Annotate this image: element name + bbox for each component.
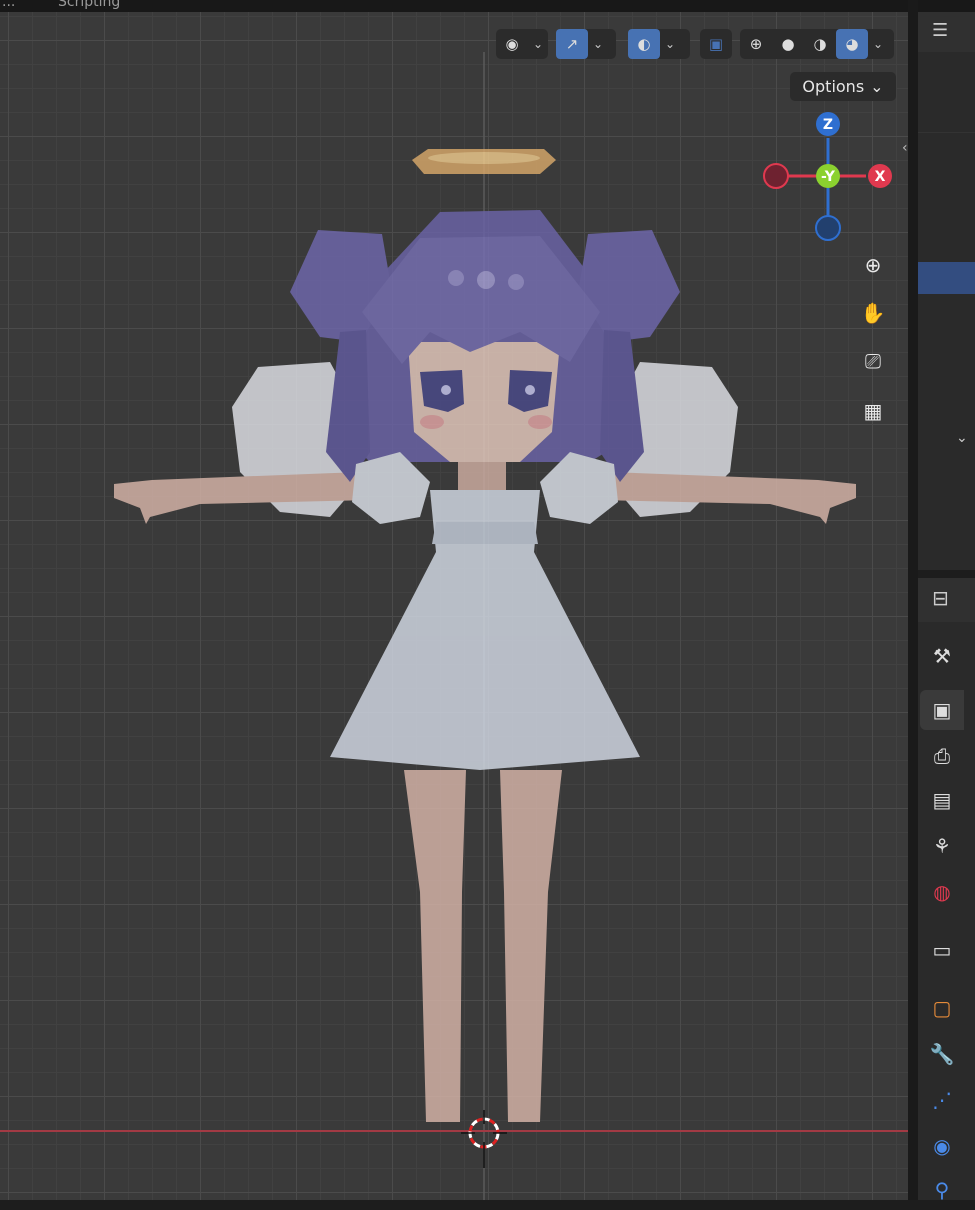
- top-bar: ... Scripting: [0, 0, 975, 12]
- shading-mode-group[interactable]: ⊕ ● ◑ ◕ ⌄: [740, 29, 894, 59]
- editor-type-icon[interactable]: ⊟: [932, 586, 949, 610]
- chevron-down-icon[interactable]: ⌄: [868, 37, 888, 51]
- chevron-down-icon: ⌄: [664, 37, 676, 51]
- properties-header: ⊟: [918, 578, 975, 622]
- scene-tab-icon[interactable]: ⚘: [920, 826, 964, 866]
- object-tab-icon[interactable]: ▢: [920, 988, 964, 1028]
- chevron-down-icon: ⌄: [532, 37, 544, 51]
- properties-panel[interactable]: ⊟ ⚒ ▣ ⎙ ▤ ⚘ ◍ ▭ ▢ 🔧 ⋰ ◉ ⚲: [918, 578, 975, 1202]
- overlays-dropdown[interactable]: ◐ ⌄: [628, 29, 690, 59]
- svg-text:Z: Z: [823, 117, 833, 133]
- solid-shading-icon[interactable]: ●: [772, 29, 804, 59]
- area-divider[interactable]: [908, 0, 918, 1200]
- left-sleeve: [352, 452, 430, 524]
- options-label: Options: [802, 77, 865, 96]
- camera-view-icon[interactable]: ⎚: [854, 342, 892, 380]
- selectability-visibility-dropdown[interactable]: ◉ ⌄: [496, 29, 548, 59]
- hand-pan-icon[interactable]: ✋: [854, 294, 892, 332]
- left-arm: [114, 472, 372, 524]
- left-pigtail: [326, 330, 370, 482]
- 3d-viewport[interactable]: Z X -Y ‹ ◉ ⌄ ↗ ⌄ ◐ ⌄ ▣ ⊕ ● ◑ ◕ ⌄ Options…: [0, 12, 908, 1200]
- navigation-gizmo: Z X -Y: [763, 112, 892, 241]
- physics-tab-icon[interactable]: ◉: [920, 1126, 964, 1166]
- chevron-down-icon: ⌄: [592, 37, 604, 51]
- world-tab-icon[interactable]: ◍: [920, 872, 964, 912]
- outliner-divider: [918, 132, 975, 133]
- tool-tab-icon[interactable]: ⚒: [920, 636, 964, 676]
- right-arm: [598, 472, 856, 524]
- zoom-icon[interactable]: ⊕: [854, 246, 892, 284]
- left-blush: [420, 415, 444, 429]
- grid-ortho-icon[interactable]: ▦: [854, 392, 892, 430]
- left-leg: [404, 770, 466, 1122]
- xray-icon[interactable]: ▣: [700, 29, 732, 59]
- chevron-down-icon[interactable]: ⌄: [956, 430, 968, 446]
- options-dropdown[interactable]: Options ⌄: [790, 72, 896, 101]
- output-tab-icon[interactable]: ⎙: [920, 736, 964, 776]
- outliner-display-mode-icon[interactable]: ☰: [932, 20, 948, 41]
- right-pigtail: [600, 330, 644, 482]
- outliner-header: ☰: [918, 12, 975, 52]
- selectability-visibility-icon: ◉: [505, 35, 519, 53]
- view-layer-tab-icon[interactable]: ▤: [920, 780, 964, 820]
- material-preview-shading-icon[interactable]: ◑: [804, 29, 836, 59]
- character-model: [114, 149, 856, 1122]
- svg-text:X: X: [875, 169, 886, 185]
- render-tab-icon[interactable]: ▣: [920, 690, 964, 730]
- modifiers-tab-icon[interactable]: 🔧: [920, 1034, 964, 1074]
- gizmo-neg-x-axis[interactable]: [763, 163, 789, 189]
- constraints-tab-icon[interactable]: ⚲: [920, 1170, 964, 1210]
- chevron-down-icon: ⌄: [870, 77, 884, 96]
- halo-highlight: [428, 152, 540, 164]
- svg-text:-Y: -Y: [821, 169, 836, 185]
- rendered-shading-icon[interactable]: ◕: [836, 29, 868, 59]
- overlays-icon[interactable]: ◐: [628, 29, 660, 59]
- right-sleeve: [540, 452, 618, 524]
- collection-tab-icon[interactable]: ▭: [920, 930, 964, 970]
- gizmo-dropdown[interactable]: ↗ ⌄: [556, 29, 616, 59]
- right-blush: [528, 415, 552, 429]
- outliner-selected-row[interactable]: [918, 262, 975, 294]
- xray-toggle[interactable]: ▣: [700, 29, 732, 59]
- viewport-scene: Z X -Y ‹: [0, 52, 908, 1200]
- workspace-tab-scripting[interactable]: Scripting: [58, 0, 120, 10]
- sidebar-toggle-icon: ‹: [902, 140, 908, 156]
- workspace-tab-fragment[interactable]: ...: [2, 0, 15, 10]
- right-leg: [500, 770, 562, 1122]
- wireframe-shading-icon[interactable]: ⊕: [740, 29, 772, 59]
- gizmo-neg-z-axis[interactable]: [815, 215, 841, 241]
- particles-tab-icon[interactable]: ⋰: [920, 1080, 964, 1120]
- gizmo-toggle-icon[interactable]: ↗: [556, 29, 588, 59]
- outliner-panel[interactable]: ☰ ⌄: [918, 12, 975, 570]
